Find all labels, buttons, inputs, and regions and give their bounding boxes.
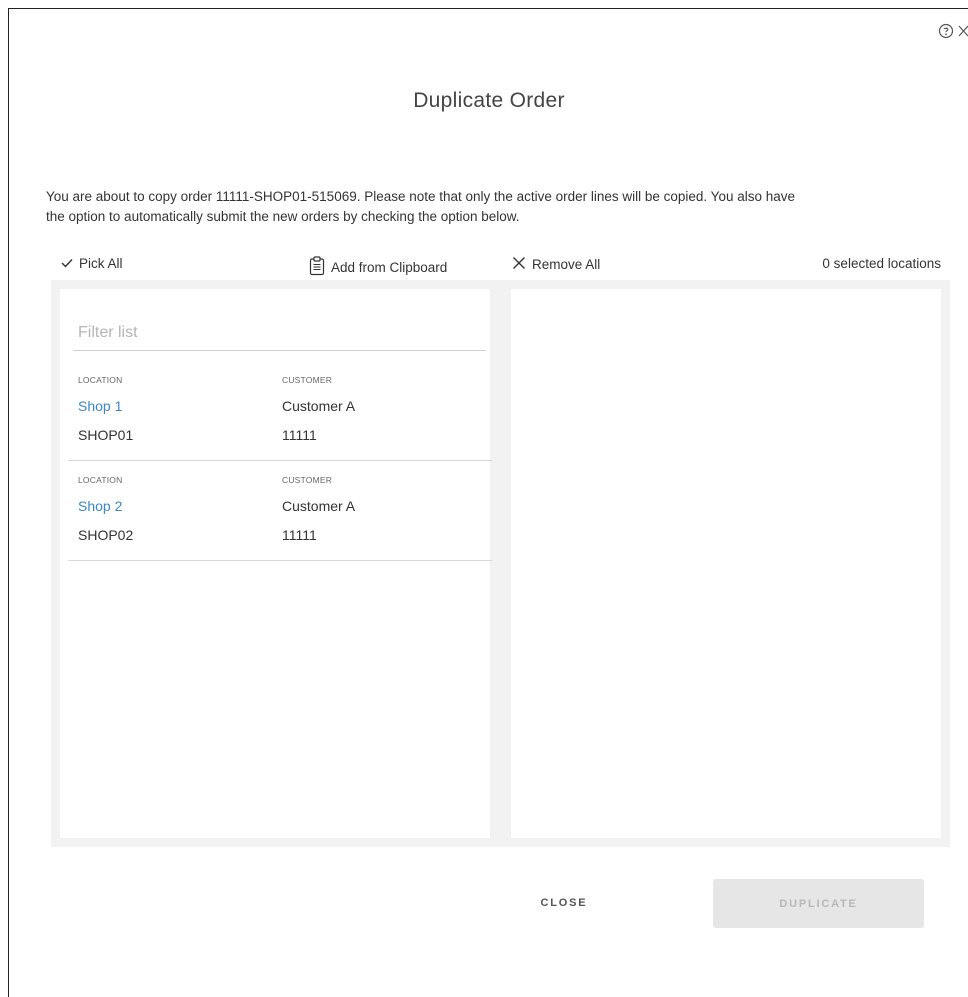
location-code: SHOP02 — [78, 527, 134, 543]
clipboard-icon — [309, 256, 325, 279]
x-icon — [512, 256, 526, 273]
customer-column-header: CUSTOMER — [282, 375, 333, 385]
list-toolbar: Pick All Add from Clipboard Remove All 0… — [9, 256, 968, 278]
dialog-top-icons — [938, 23, 968, 39]
location-column-header: LOCATION — [78, 475, 123, 485]
dialog-description-line-2: the option to automatically submit the n… — [46, 209, 520, 224]
remove-all-label: Remove All — [532, 257, 601, 272]
pick-all-label: Pick All — [79, 256, 123, 271]
location-column-header: LOCATION — [78, 375, 123, 385]
close-button[interactable]: CLOSE — [519, 879, 609, 927]
close-icon[interactable] — [958, 24, 968, 38]
customer-name: Customer A — [282, 498, 356, 514]
add-from-clipboard-label: Add from Clipboard — [331, 260, 448, 275]
customer-column-header: CUSTOMER — [282, 475, 333, 485]
dialog-description: You are about to copy order 11111-SHOP01… — [46, 187, 946, 227]
dialog-footer: CLOSE DUPLICATE — [9, 879, 968, 929]
dialog-title: Duplicate Order — [413, 89, 565, 112]
remove-all-button[interactable]: Remove All — [512, 256, 600, 273]
selected-locations-count: 0 selected locations — [822, 256, 941, 271]
customer-code: 11111 — [282, 527, 317, 543]
available-locations-panel: LOCATION CUSTOMER Shop 1 Customer A SHOP… — [60, 289, 492, 838]
customer-code: 11111 — [282, 427, 317, 443]
filter-list-input[interactable] — [73, 315, 486, 351]
selected-locations-panel — [511, 289, 941, 838]
pick-all-button[interactable]: Pick All — [61, 256, 123, 271]
location-code: SHOP01 — [78, 427, 134, 443]
location-name-link[interactable]: Shop 1 — [78, 398, 122, 414]
location-name-link[interactable]: Shop 2 — [78, 498, 122, 514]
list-item[interactable]: LOCATION CUSTOMER Shop 1 Customer A SHOP… — [68, 361, 492, 461]
customer-name: Customer A — [282, 398, 356, 414]
dialog-description-line-1: You are about to copy order 11111-SHOP01… — [46, 189, 795, 204]
location-list: LOCATION CUSTOMER Shop 1 Customer A SHOP… — [68, 361, 492, 561]
add-from-clipboard-button[interactable]: Add from Clipboard — [309, 256, 447, 279]
duplicate-order-dialog: Duplicate Order You are about to copy or… — [8, 8, 968, 997]
duplicate-button[interactable]: DUPLICATE — [713, 879, 924, 928]
help-circle-icon[interactable] — [938, 23, 954, 39]
list-item[interactable]: LOCATION CUSTOMER Shop 2 Customer A SHOP… — [68, 461, 492, 561]
check-icon — [61, 256, 73, 271]
